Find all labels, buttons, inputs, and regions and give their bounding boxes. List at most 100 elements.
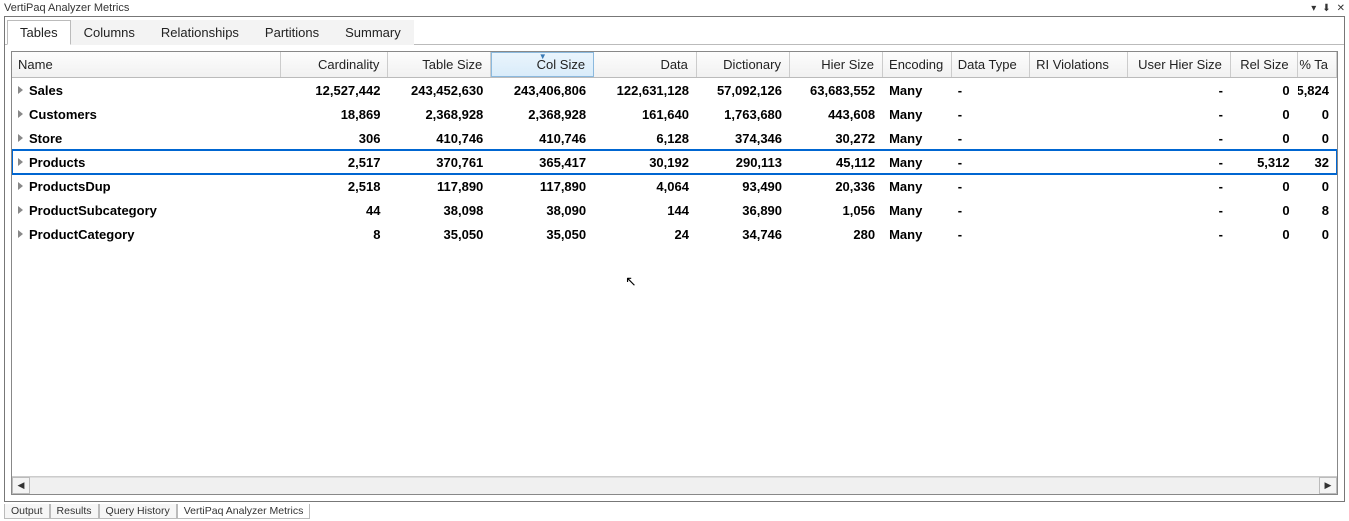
expand-icon[interactable] <box>18 86 23 94</box>
cell-dictionary: 93,490 <box>697 179 790 194</box>
close-icon[interactable]: ✕ <box>1337 3 1345 14</box>
cell-encoding: Many <box>883 107 952 122</box>
bottom-tab-output[interactable]: Output <box>4 504 50 519</box>
panel-title: VertiPaq Analyzer Metrics <box>4 2 129 14</box>
cell-col_size: 410,746 <box>491 131 594 146</box>
cell-encoding: Many <box>883 179 952 194</box>
cell-pct: 8 <box>1298 203 1337 218</box>
scroll-left-button[interactable]: ◀ <box>12 477 30 494</box>
top-tabstrip: TablesColumnsRelationshipsPartitionsSumm… <box>5 17 1344 45</box>
column-header-rel-size[interactable]: Rel Size <box>1231 52 1298 77</box>
column-header-label: Encoding <box>889 57 943 72</box>
column-header-hier-size[interactable]: Hier Size <box>790 52 883 77</box>
cell-data_type: - <box>952 227 1030 242</box>
bottom-tabstrip: OutputResultsQuery HistoryVertiPaq Analy… <box>0 504 1349 521</box>
cell-data: 161,640 <box>594 107 697 122</box>
cell-encoding: Many <box>883 131 952 146</box>
tab-summary[interactable]: Summary <box>332 20 414 45</box>
cell-user_hier: - <box>1128 83 1231 98</box>
cell-hier_size: 20,336 <box>790 179 883 194</box>
column-header-data-type[interactable]: Data Type <box>952 52 1030 77</box>
cell-pct: 32 <box>1298 155 1337 170</box>
column-header-pct-ta[interactable]: % Ta <box>1298 52 1337 77</box>
expand-icon[interactable] <box>18 182 23 190</box>
bottom-tab-vertipaq-analyzer-metrics[interactable]: VertiPaq Analyzer Metrics <box>177 504 311 519</box>
tab-tables[interactable]: Tables <box>7 20 71 45</box>
bottom-tab-query-history[interactable]: Query History <box>99 504 177 519</box>
table-row[interactable]: Customers18,8692,368,9282,368,928161,640… <box>12 102 1337 126</box>
column-header-dictionary[interactable]: Dictionary <box>697 52 790 77</box>
tab-columns[interactable]: Columns <box>71 20 148 45</box>
cell-user_hier: - <box>1128 203 1231 218</box>
panel-inner: TablesColumnsRelationshipsPartitionsSumm… <box>4 16 1345 502</box>
cell-dictionary: 36,890 <box>697 203 790 218</box>
cell-table_size: 35,050 <box>388 227 491 242</box>
cell-table_size: 117,890 <box>388 179 491 194</box>
dropdown-icon[interactable]: ▾ <box>1311 3 1316 14</box>
grid-wrap: Name Cardinality Table Size▼Col Size Data Di… <box>5 45 1344 501</box>
cell-hier_size: 280 <box>790 227 883 242</box>
pin-icon[interactable]: ⬇ <box>1322 3 1330 14</box>
grid-body: Sales12,527,442243,452,630243,406,806122… <box>12 78 1337 476</box>
scroll-right-button[interactable]: ▶ <box>1319 477 1337 494</box>
table-row[interactable]: Sales12,527,442243,452,630243,406,806122… <box>12 78 1337 102</box>
column-header-table-size[interactable]: Table Size <box>388 52 491 77</box>
row-name-label: Store <box>29 131 62 146</box>
table-row[interactable]: ProductCategory835,05035,0502434,746280M… <box>12 222 1337 246</box>
cell-user_hier: - <box>1128 155 1231 170</box>
expand-icon[interactable] <box>18 230 23 238</box>
column-header-ri-violations[interactable]: RI Violations <box>1030 52 1128 77</box>
column-header-col-size[interactable]: ▼Col Size <box>491 52 594 77</box>
cell-table_size: 2,368,928 <box>388 107 491 122</box>
cell-data: 30,192 <box>594 155 697 170</box>
bottom-tab-results[interactable]: Results <box>50 504 99 519</box>
cell-rel_size: 0 <box>1231 203 1298 218</box>
cell-cardinality: 18,869 <box>281 107 389 122</box>
column-header-cardinality[interactable]: Cardinality <box>281 52 389 77</box>
table-row[interactable]: Products2,517370,761365,41730,192290,113… <box>12 150 1337 174</box>
cell-rel_size: 0 <box>1231 107 1298 122</box>
column-header-label: Rel Size <box>1240 57 1288 72</box>
grid: Name Cardinality Table Size▼Col Size Data Di… <box>11 51 1338 495</box>
grid-header-row: Name Cardinality Table Size▼Col Size Data Di… <box>12 52 1337 78</box>
cell-encoding: Many <box>883 227 952 242</box>
cell-cardinality: 2,518 <box>281 179 389 194</box>
column-header-user-hier-size[interactable]: User Hier Size <box>1128 52 1231 77</box>
cell-pct: 0 <box>1298 179 1337 194</box>
cell-encoding: Many <box>883 203 952 218</box>
cell-table_size: 243,452,630 <box>388 83 491 98</box>
cell-data: 4,064 <box>594 179 697 194</box>
expand-icon[interactable] <box>18 134 23 142</box>
expand-icon[interactable] <box>18 110 23 118</box>
expand-icon[interactable] <box>18 206 23 214</box>
cell-name: Products <box>12 155 281 170</box>
column-header-data[interactable]: Data <box>594 52 697 77</box>
column-header-label: Cardinality <box>318 57 379 72</box>
scroll-track[interactable] <box>30 477 1319 494</box>
cell-cardinality: 12,527,442 <box>281 83 389 98</box>
column-header-encoding[interactable]: Encoding <box>883 52 952 77</box>
cell-hier_size: 63,683,552 <box>790 83 883 98</box>
column-header-label: RI Violations <box>1036 57 1109 72</box>
horizontal-scrollbar[interactable]: ◀ ▶ <box>12 476 1337 494</box>
cell-dictionary: 34,746 <box>697 227 790 242</box>
table-row[interactable]: ProductSubcategory4438,09838,09014436,89… <box>12 198 1337 222</box>
tab-partitions[interactable]: Partitions <box>252 20 332 45</box>
cell-col_size: 2,368,928 <box>491 107 594 122</box>
tab-relationships[interactable]: Relationships <box>148 20 252 45</box>
cell-data_type: - <box>952 203 1030 218</box>
cell-hier_size: 45,112 <box>790 155 883 170</box>
cell-rel_size: 0 <box>1231 179 1298 194</box>
column-header-label: Data <box>660 57 687 72</box>
expand-icon[interactable] <box>18 158 23 166</box>
table-row[interactable]: Store306410,746410,7466,128374,34630,272… <box>12 126 1337 150</box>
cell-data_type: - <box>952 155 1030 170</box>
row-name-label: ProductSubcategory <box>29 203 157 218</box>
cell-table_size: 38,098 <box>388 203 491 218</box>
cell-col_size: 38,090 <box>491 203 594 218</box>
cell-cardinality: 44 <box>281 203 389 218</box>
table-row[interactable]: ProductsDup2,518117,890117,8904,06493,49… <box>12 174 1337 198</box>
cell-cardinality: 8 <box>281 227 389 242</box>
cell-user_hier: - <box>1128 131 1231 146</box>
column-header-name[interactable]: Name <box>12 52 281 77</box>
